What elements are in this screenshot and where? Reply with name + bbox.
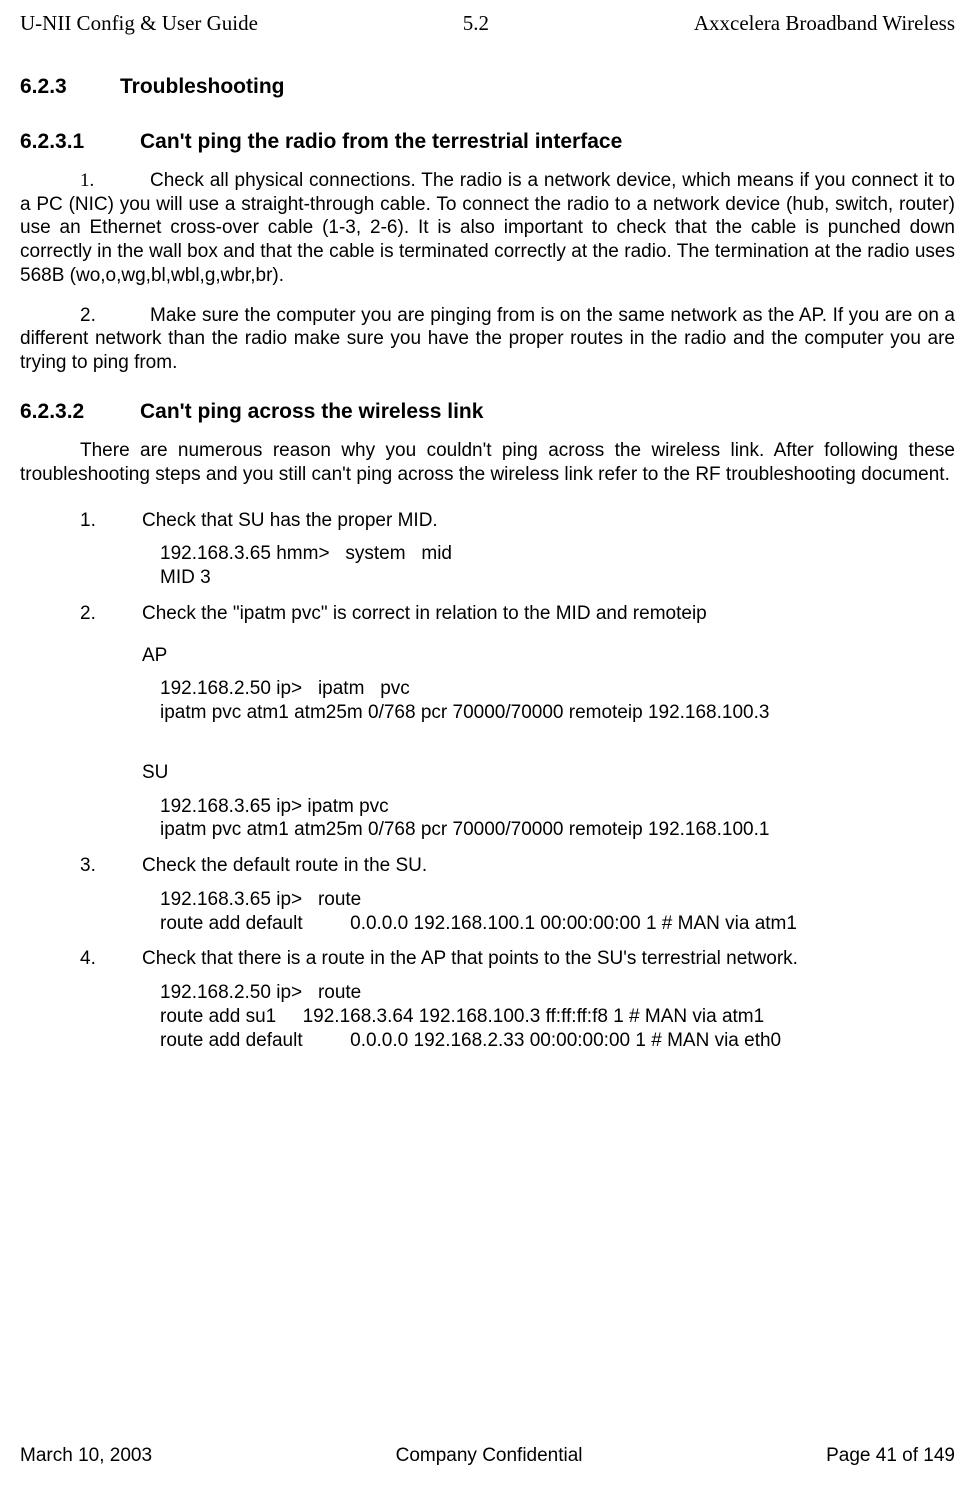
list-text: Check that there is a route in the AP th… (142, 948, 798, 969)
paragraph-text: Check all physical connections. The radi… (20, 170, 955, 286)
footer-confidential: Company Confidential (396, 1444, 583, 1468)
code-block: 192.168.2.50 ip> route route add su1 192… (160, 981, 955, 1052)
list-item: 1.Check that SU has the proper MID. (20, 509, 955, 533)
page-header: U-NII Config & User Guide 5.2 Axxcelera … (20, 10, 955, 36)
heading-number: 6.2.3 (20, 74, 120, 100)
heading-6-2-3-1: 6.2.3.1Can't ping the radio from the ter… (20, 129, 955, 155)
heading-title: Can't ping the radio from the terrestria… (140, 130, 622, 153)
list-item: 3.Check the default route in the SU. (20, 854, 955, 878)
header-center: 5.2 (463, 10, 489, 36)
header-right: Axxcelera Broadband Wireless (694, 10, 955, 36)
heading-6-2-3: 6.2.3Troubleshooting (20, 74, 955, 100)
list-item: 4.Check that there is a route in the AP … (20, 947, 955, 971)
heading-title: Troubleshooting (120, 75, 284, 98)
page-footer: March 10, 2003 Company Confidential Page… (20, 1444, 955, 1468)
list-number: 1. (80, 509, 142, 533)
su-label: SU (142, 761, 955, 785)
heading-number: 6.2.3.1 (20, 129, 140, 155)
paragraph: There are numerous reason why you couldn… (20, 439, 955, 487)
heading-title: Can't ping across the wireless link (140, 400, 483, 423)
code-block: 192.168.2.50 ip> ipatm pvc ipatm pvc atm… (160, 677, 955, 725)
list-number: 1. (80, 169, 150, 193)
code-block: 192.168.3.65 ip> route route add default… (160, 888, 955, 936)
heading-6-2-3-2: 6.2.3.2Can't ping across the wireless li… (20, 399, 955, 425)
paragraph-text: Make sure the computer you are pinging f… (20, 305, 955, 374)
code-block: 192.168.3.65 ip> ipatm pvc ipatm pvc atm… (160, 795, 955, 843)
paragraph: 2.Make sure the computer you are pinging… (20, 304, 955, 375)
header-left: U-NII Config & User Guide (20, 10, 258, 36)
list-text: Check that SU has the proper MID. (142, 510, 438, 531)
footer-page: Page 41 of 149 (826, 1444, 955, 1468)
list-text: Check the "ipatm pvc" is correct in rela… (142, 603, 707, 624)
list-number: 3. (80, 854, 142, 878)
list-number: 2. (80, 602, 142, 626)
code-block: 192.168.3.65 hmm> system mid MID 3 (160, 542, 955, 590)
footer-date: March 10, 2003 (20, 1444, 152, 1468)
list-number: 2. (80, 304, 150, 328)
ap-label: AP (142, 644, 955, 668)
paragraph: 1.Check all physical connections. The ra… (20, 169, 955, 288)
list-text: Check the default route in the SU. (142, 855, 427, 876)
heading-number: 6.2.3.2 (20, 399, 140, 425)
list-number: 4. (80, 947, 142, 971)
list-item: 2.Check the "ipatm pvc" is correct in re… (20, 602, 955, 626)
